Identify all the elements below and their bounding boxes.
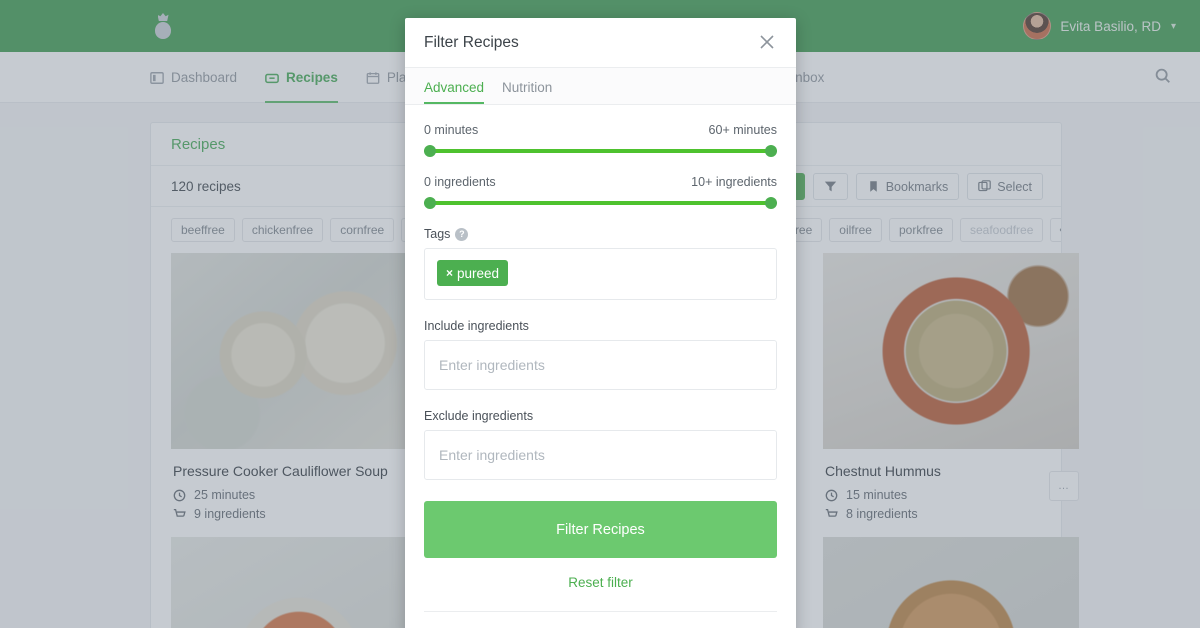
dialog-footer-divider: [424, 611, 777, 612]
include-ingredients-label: Include ingredients: [424, 319, 529, 333]
tags-label: Tags: [424, 227, 451, 241]
tags-input[interactable]: × pureed: [424, 248, 777, 300]
dialog-header: Filter Recipes: [405, 18, 796, 68]
exclude-ingredients-input[interactable]: [424, 430, 777, 480]
close-icon[interactable]: [757, 32, 779, 54]
cook-time-rail: [424, 149, 777, 153]
cook-time-max-label: 60+ minutes: [708, 123, 777, 137]
ingredient-count-max-handle[interactable]: [765, 197, 777, 209]
dialog-body: 0 minutes 60+ minutes 0 ingredients 10+ …: [405, 105, 796, 612]
cook-time-track[interactable]: [424, 145, 777, 157]
filter-recipes-dialog: Filter Recipes Advanced Nutrition 0 minu…: [405, 18, 796, 628]
tags-label-row: Tags ?: [424, 227, 777, 241]
app-root: Evita Basilio, RD ▾ Dashboard Recipes In…: [0, 0, 1200, 628]
cook-time-labels: 0 minutes 60+ minutes: [424, 123, 777, 137]
exclude-ingredients-label: Exclude ingredients: [424, 409, 534, 423]
cook-time-slider[interactable]: 0 minutes 60+ minutes: [424, 123, 777, 157]
tag-chip-pureed[interactable]: × pureed: [437, 260, 509, 286]
tab-nutrition[interactable]: Nutrition: [502, 80, 552, 104]
cook-time-min-handle[interactable]: [424, 145, 436, 157]
ingredient-count-labels: 0 ingredients 10+ ingredients: [424, 175, 777, 189]
remove-icon[interactable]: ×: [446, 266, 453, 280]
reset-filter-link[interactable]: Reset filter: [424, 575, 777, 590]
ingredient-count-max-label: 10+ ingredients: [691, 175, 777, 189]
ingredient-count-rail: [424, 201, 777, 205]
include-ingredients-input[interactable]: [424, 340, 777, 390]
dialog-tabs: Advanced Nutrition: [405, 68, 796, 105]
ingredient-count-min-handle[interactable]: [424, 197, 436, 209]
cook-time-min-label: 0 minutes: [424, 123, 479, 137]
tag-chip-label: pureed: [457, 265, 500, 281]
tab-advanced[interactable]: Advanced: [424, 80, 485, 104]
dialog-title: Filter Recipes: [424, 33, 519, 51]
ingredient-count-slider[interactable]: 0 ingredients 10+ ingredients: [424, 175, 777, 209]
ingredient-count-min-label: 0 ingredients: [424, 175, 496, 189]
cook-time-max-handle[interactable]: [765, 145, 777, 157]
filter-recipes-button[interactable]: Filter Recipes: [424, 501, 777, 558]
help-icon[interactable]: ?: [455, 227, 469, 241]
ingredient-count-track[interactable]: [424, 197, 777, 209]
